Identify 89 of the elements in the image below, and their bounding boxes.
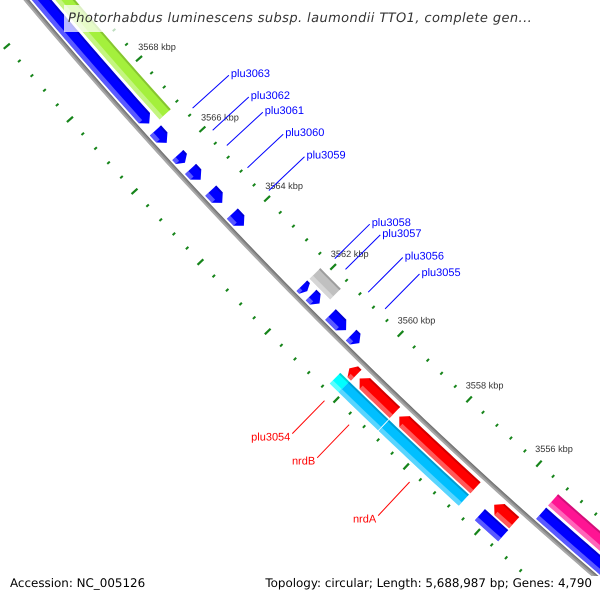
minor-tick — [172, 232, 176, 236]
gene-label: plu3062 — [250, 90, 290, 102]
minor-tick — [252, 183, 256, 187]
major-tick — [396, 330, 404, 338]
minor-tick — [318, 251, 322, 256]
tick-label: 3558 kbp — [466, 380, 504, 390]
minor-tick — [481, 410, 485, 414]
minor-tick — [150, 71, 154, 75]
minor-tick — [426, 358, 430, 362]
minor-tick — [252, 316, 256, 320]
minor-tick — [461, 517, 465, 521]
minor-tick — [55, 102, 60, 107]
major-tick — [196, 258, 204, 266]
minor-tick — [362, 424, 366, 428]
minor-tick — [162, 85, 166, 89]
minor-tick — [306, 370, 311, 374]
minor-tick — [106, 160, 110, 165]
genome-summary: Topology: circular; Length: 5,688,987 bp; Genes: 4,790 — [265, 576, 592, 590]
minor-tick — [124, 42, 128, 46]
minor-tick — [146, 204, 150, 208]
major-tick — [198, 126, 206, 133]
minor-tick — [225, 288, 230, 292]
minor-tick — [344, 278, 348, 282]
minor-tick — [212, 274, 216, 278]
major-tick — [466, 396, 473, 404]
minor-tick — [376, 438, 380, 442]
minor-tick — [120, 175, 124, 179]
minor-tick — [320, 384, 324, 388]
minor-tick — [30, 74, 34, 78]
minor-tick — [239, 169, 243, 173]
minor-tick — [185, 246, 190, 250]
tick-label: 3560 kbp — [398, 315, 436, 326]
major-tick — [263, 195, 271, 202]
minor-tick — [385, 318, 389, 322]
minor-tick — [432, 490, 436, 495]
minor-tick — [523, 448, 527, 453]
major-tick — [332, 396, 340, 404]
minor-tick — [226, 155, 230, 160]
major-tick — [3, 42, 11, 50]
minor-tick — [278, 210, 282, 214]
gene-label: plu3061 — [264, 105, 304, 118]
minor-tick — [279, 343, 284, 348]
major-tick — [535, 460, 542, 468]
minor-tick — [440, 371, 444, 376]
minor-tick — [358, 292, 362, 296]
gene-label: plu3057 — [382, 228, 422, 240]
minor-tick — [504, 556, 508, 560]
major-tick — [402, 462, 410, 470]
minor-tick — [94, 146, 98, 150]
minor-tick — [565, 487, 570, 491]
gene-label: plu3054 — [251, 432, 290, 444]
minor-tick — [412, 345, 416, 349]
minor-tick — [518, 568, 523, 572]
minor-tick — [213, 141, 218, 146]
major-tick — [130, 188, 138, 195]
minor-tick — [348, 411, 352, 416]
gene-label: plu3056 — [404, 250, 444, 262]
gene-label: plu3060 — [285, 127, 324, 140]
minor-tick — [42, 88, 46, 92]
accession-text: Accession: NC_005126 — [10, 576, 146, 590]
minor-tick — [158, 218, 163, 222]
minor-tick — [291, 224, 296, 228]
minor-tick — [372, 305, 376, 310]
major-tick — [330, 263, 337, 270]
gene-label: plu3058 — [372, 217, 411, 230]
minor-tick — [17, 59, 22, 63]
gene-label: plu3059 — [306, 150, 346, 162]
gene-label: nrdB — [292, 456, 316, 468]
minor-tick — [174, 99, 179, 104]
minor-tick — [418, 478, 422, 482]
minor-tick — [495, 423, 499, 428]
major-tick — [264, 328, 272, 336]
major-tick — [135, 55, 143, 62]
minor-tick — [293, 357, 297, 361]
gene-label: nrdA — [352, 514, 376, 526]
minor-tick — [80, 132, 85, 136]
minor-tick — [304, 238, 308, 242]
minor-tick — [551, 474, 555, 478]
major-tick — [474, 528, 481, 536]
tick-label: 3568 kbp — [138, 42, 176, 52]
minor-tick — [238, 302, 243, 306]
gene-label: plu3063 — [230, 68, 270, 80]
tick-label: 3556 kbp — [535, 444, 573, 454]
minor-tick — [509, 436, 513, 440]
minor-tick — [188, 113, 192, 118]
minor-tick — [390, 451, 394, 456]
minor-tick — [453, 384, 458, 388]
minor-tick — [446, 504, 451, 508]
gene-label: plu3055 — [422, 266, 461, 279]
